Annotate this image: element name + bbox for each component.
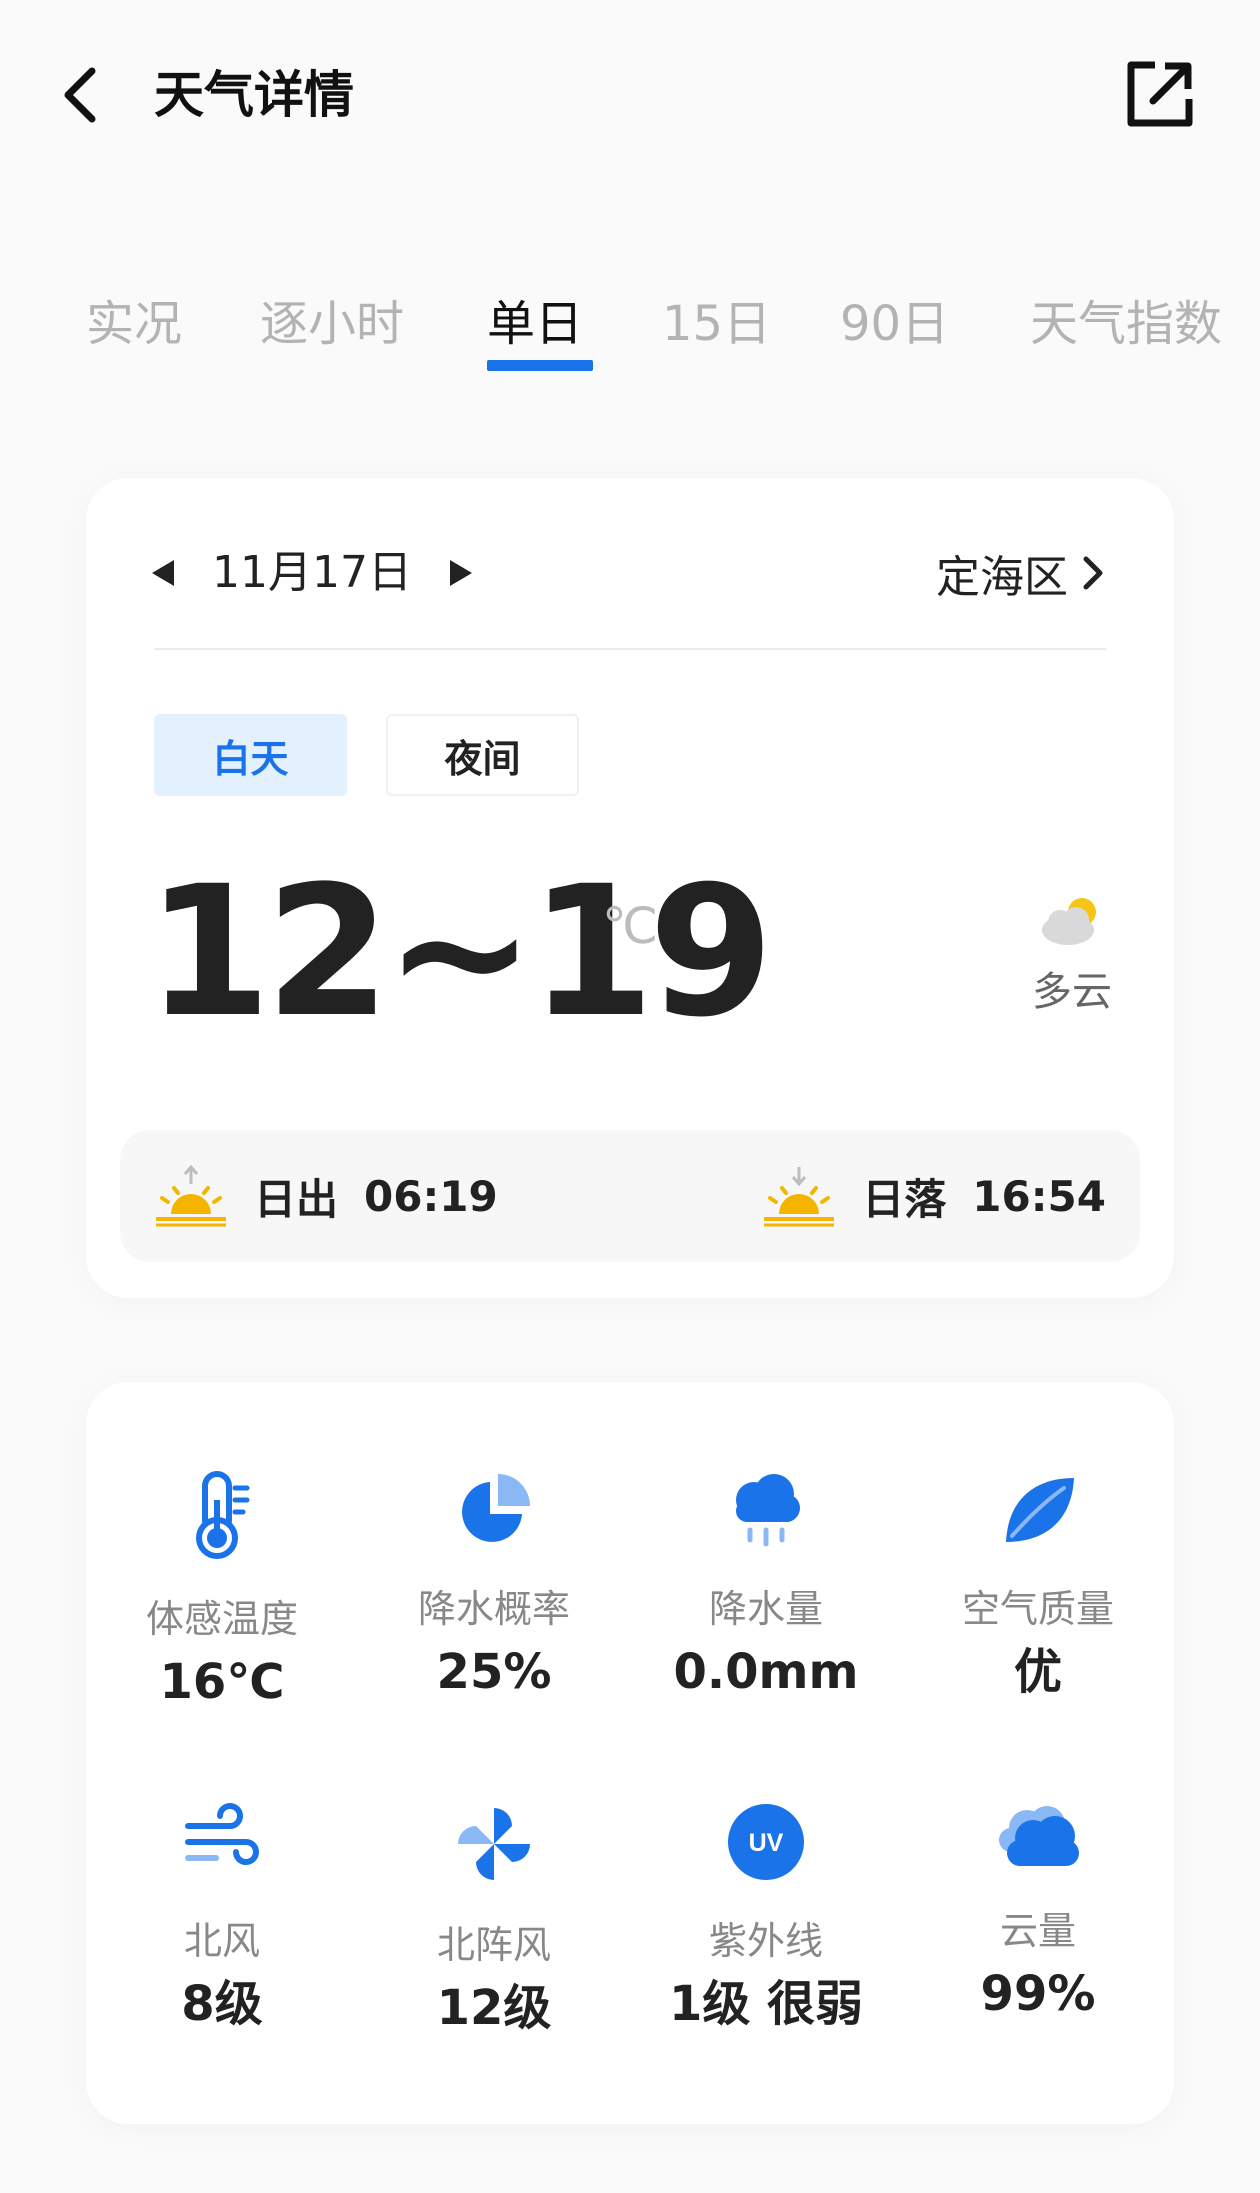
next-day-icon[interactable] [449,560,472,586]
chevron-right-icon [1083,556,1103,590]
weather-detail-page: 天气详情 实况 逐小时 单日 15日 90日 天气指数 11月17日 定海区 白… [0,0,1260,2193]
precipitation-amount: 降水量 0.0mm [630,1382,902,1700]
detail-value: 99% [980,1966,1096,2022]
wind-icon [185,1803,259,1865]
location-name: 定海区 [936,552,1068,603]
app-header: 天气详情 [0,0,1260,190]
tab-hourly[interactable]: 逐小时 [260,292,404,356]
selected-date: 11月17日 [212,547,412,598]
sunrise-time: 06:19 [364,1171,498,1221]
temperature-range: 12~19 [146,848,774,1057]
cloud-icon [999,1806,1079,1866]
feels-like: 体感温度 16℃ [86,1382,358,1710]
page-title: 天气详情 [154,66,354,124]
detail-label: 紫外线 [708,1919,823,1963]
sun-times: 日出 06:19 日落 16:54 [120,1130,1140,1262]
tab-realtime[interactable]: 实况 [86,292,182,356]
uv-icon: UV [728,1804,804,1880]
uv-badge-text: UV [749,1829,784,1857]
tab-single-day[interactable]: 单日 [487,292,583,356]
nighttime-toggle[interactable]: 夜间 [386,714,579,796]
forecast-tabs: 实况 逐小时 单日 15日 90日 天气指数 [0,280,1260,380]
detail-value: 1级 很弱 [668,1976,864,2032]
pie-chart-icon [462,1474,530,1542]
pinwheel-icon [458,1808,530,1880]
tab-15-day[interactable]: 15日 [662,292,771,356]
detail-label: 空气质量 [961,1587,1114,1631]
detail-value: 12级 [436,1980,552,2036]
wind-gust: 北阵风 12级 [358,1712,630,2036]
daytime-toggle[interactable]: 白天 [154,714,347,796]
detail-label: 北阵风 [436,1923,551,1967]
precipitation-probability: 降水概率 25% [358,1382,630,1700]
detail-value: 优 [1013,1644,1062,1700]
share-button[interactable] [1124,58,1196,130]
sunset-icon [764,1167,835,1227]
tab-90-day[interactable]: 90日 [840,292,949,356]
sunrise: 日出 06:19 [154,1130,498,1262]
external-link-icon [1127,61,1193,127]
detail-value: 8级 [181,1976,263,2032]
back-button[interactable] [52,62,108,128]
detail-label: 北风 [183,1919,260,1963]
partly-cloudy-icon [1042,898,1096,945]
sunset: 日落 16:54 [762,1130,1106,1262]
detail-label: 云量 [999,1909,1076,1953]
leaf-icon [1006,1478,1074,1542]
detail-value: 0.0mm [673,1644,859,1700]
sunset-time: 16:54 [972,1171,1106,1221]
detail-label: 降水量 [708,1587,823,1631]
sunset-label: 日落 [862,1174,947,1224]
day-summary-card: 11月17日 定海区 白天 夜间 12~19 ℃ 多云 日出 06:19 日落 … [86,478,1174,1298]
air-quality: 空气质量 优 [902,1382,1174,1700]
cloud-cover: 云量 99% [902,1712,1174,2022]
wind: 北风 8级 [86,1712,358,2032]
thermometer-icon [196,1471,250,1559]
detail-label: 体感温度 [145,1597,298,1641]
uv-index: UV 紫外线 1级 很弱 [630,1712,902,2032]
rain-cloud-icon [736,1474,800,1547]
weather-details-card: 体感温度 16℃ 降水概率 25% 降水量 0.0mm 空气质量 优 北风 8级… [86,1382,1174,2124]
temperature-unit: ℃ [602,897,659,955]
previous-day-icon[interactable] [152,560,174,586]
detail-value: 16℃ [159,1654,285,1710]
location-selector[interactable]: 定海区 [936,538,1106,608]
active-tab-indicator [487,360,593,371]
divider [154,648,1106,650]
sunrise-icon [156,1164,226,1227]
date-selector: 11月17日 [152,538,472,608]
detail-value: 25% [436,1644,552,1700]
weather-condition: 多云 [1032,969,1112,1015]
detail-label: 降水概率 [417,1587,570,1631]
sunrise-label: 日出 [254,1174,339,1224]
back-arrow-icon [64,67,96,123]
tab-weather-index[interactable]: 天气指数 [1030,292,1222,356]
